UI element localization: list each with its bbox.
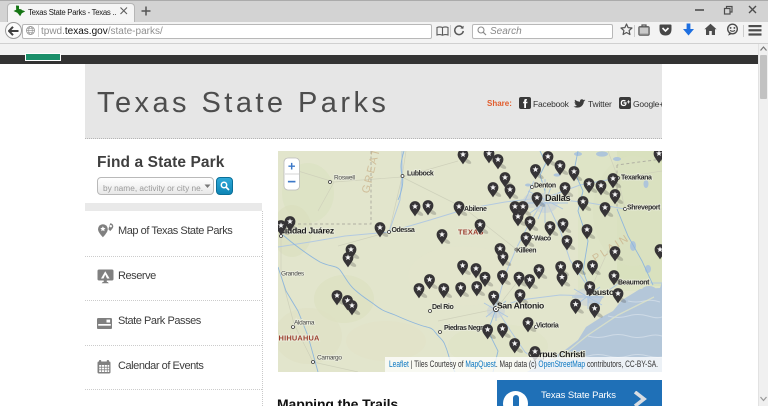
svg-text:Odessa: Odessa xyxy=(392,227,415,234)
svg-text:Abilene: Abilene xyxy=(464,206,487,213)
svg-text:Leaflet | Tiles Courtesy of Ma: Leaflet | Tiles Courtesy of MapQuest. Ma… xyxy=(389,359,658,369)
svg-text:Texarkana: Texarkana xyxy=(621,175,652,182)
svg-text:−: − xyxy=(287,174,296,191)
svg-text:Beaumont: Beaumont xyxy=(618,280,650,287)
svg-text:Del Rio: Del Rio xyxy=(432,304,453,311)
svg-text:Camargo: Camargo xyxy=(317,355,342,362)
svg-text:Shreveport: Shreveport xyxy=(627,205,661,212)
svg-text:Grandes: Grandes xyxy=(281,271,305,278)
svg-text:+: + xyxy=(288,159,296,174)
svg-text:Lubbock: Lubbock xyxy=(407,171,434,178)
svg-text:CHIHUAHUA: CHIHUAHUA xyxy=(278,334,320,343)
svg-text:Aldama: Aldama xyxy=(294,320,315,327)
svg-text:Waco: Waco xyxy=(534,236,551,243)
svg-text:Killeen: Killeen xyxy=(516,248,536,255)
svg-text:Victoria: Victoria xyxy=(536,323,559,330)
svg-text:Denton: Denton xyxy=(534,183,556,190)
svg-text:Roswell: Roswell xyxy=(334,175,356,182)
